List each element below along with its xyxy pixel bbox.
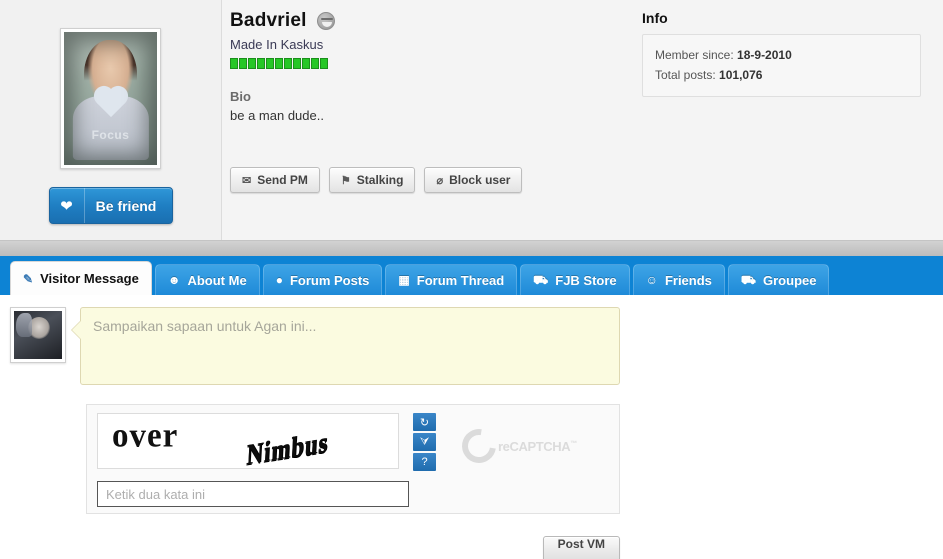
profile-tab-bar: ✎ Visitor Message ☻ About Me ● Forum Pos… [0, 256, 943, 295]
reputation-block [302, 58, 310, 69]
bio-label: Bio [230, 89, 251, 104]
tab-forum-posts-label: Forum Posts [289, 272, 370, 288]
shopping-cart-icon: ⛟ [533, 273, 549, 287]
info-column: Info Member since: 18-9-2010 Total posts… [632, 0, 935, 240]
tab-fjb-store-label: FJB Store [555, 272, 617, 288]
tab-content-panel: over Nimbus ↻ ⮛ ? reCAPTCHA™ [0, 295, 943, 559]
recaptcha-logo: reCAPTCHA™ [455, 422, 577, 470]
tab-fjb-store[interactable]: ⛟ FJB Store [520, 264, 630, 295]
tab-groupee-label: Groupee [763, 272, 817, 288]
reputation-block [320, 58, 328, 69]
bubble-pointer-inner [72, 321, 81, 339]
captcha-panel: over Nimbus ↻ ⮛ ? reCAPTCHA™ [86, 404, 620, 514]
member-since-label: Member since: [655, 48, 734, 62]
heart-icon: ❤ [50, 188, 85, 223]
member-since-row: Member since: 18-9-2010 [655, 45, 908, 65]
post-vm-button[interactable]: Post VM [542, 536, 620, 559]
total-posts-value: 101,076 [719, 68, 763, 83]
profile-page: Focus ❤ Be friend Badvriel Made In Kasku… [0, 0, 943, 559]
audio-captcha-button[interactable]: ⮛ [413, 433, 436, 451]
blocked-eye-icon: ⌀ [436, 174, 444, 187]
message-compose-row [10, 307, 620, 390]
commenter-avatar[interactable] [10, 307, 66, 363]
be-friend-label: Be friend [95, 197, 157, 214]
be-friend-button[interactable]: ❤ Be friend [48, 187, 173, 224]
recaptcha-prefix: re [498, 438, 510, 454]
tab-friends-label: Friends [664, 272, 712, 288]
reputation-block [266, 58, 274, 69]
person-icon: ☻ [167, 273, 181, 287]
bookmark-icon: ⚑ [340, 174, 351, 187]
total-posts-label: Total posts: [655, 68, 716, 83]
help-captcha-button[interactable]: ? [413, 453, 436, 471]
info-title: Info [642, 10, 668, 26]
send-pm-label: Send PM [257, 173, 308, 187]
profile-avatar-image: Focus [64, 32, 157, 165]
calendar-icon: ▦ [398, 273, 410, 287]
visitor-message-input[interactable] [80, 307, 620, 385]
profile-avatar[interactable]: Focus [60, 28, 161, 169]
tab-about-me-label: About Me [187, 272, 247, 288]
tab-forum-thread[interactable]: ▦ Forum Thread [385, 264, 518, 295]
profile-action-buttons: ✉ Send PM ⚑ Stalking ⌀ Block user [230, 167, 632, 193]
note-icon: ✎ [23, 271, 34, 286]
visitor-message-form: over Nimbus ↻ ⮛ ? reCAPTCHA™ [10, 307, 620, 559]
tab-groupee[interactable]: ⛟ Groupee [727, 264, 830, 295]
speech-bubble-icon: ● [275, 273, 283, 287]
reputation-block [239, 58, 247, 69]
stalking-label: Stalking [356, 173, 404, 187]
envelope-icon: ✉ [242, 174, 252, 187]
block-user-label: Block user [449, 173, 511, 187]
person-icon: ☺ [645, 273, 658, 287]
reputation-bar [230, 58, 632, 69]
send-pm-button[interactable]: ✉ Send PM [230, 167, 320, 193]
section-divider [0, 240, 943, 256]
refresh-captcha-button[interactable]: ↻ [413, 413, 436, 431]
reputation-block [293, 58, 301, 69]
tab-visitor-message-label: Visitor Message [40, 271, 139, 286]
tab-friends[interactable]: ☺ Friends [632, 264, 725, 295]
reputation-block [230, 58, 238, 69]
block-user-button[interactable]: ⌀ Block user [424, 167, 523, 193]
bio-text: be a man dude.. [230, 108, 324, 123]
captcha-input[interactable] [97, 481, 409, 507]
reputation-block [284, 58, 292, 69]
stalking-button[interactable]: ⚑ Stalking [328, 167, 416, 193]
reputation-block [311, 58, 319, 69]
trademark-icon: ™ [570, 440, 577, 448]
user-title: Made In Kaskus [230, 37, 324, 52]
captcha-controls: ↻ ⮛ ? [413, 413, 436, 471]
recaptcha-name: CAPTCHA [509, 438, 571, 454]
message-bubble [71, 307, 620, 390]
smiley-icon [316, 12, 335, 30]
recaptcha-logo-text: reCAPTCHA™ [498, 439, 577, 454]
captcha-image: over Nimbus [97, 413, 399, 469]
tab-about-me[interactable]: ☻ About Me [154, 264, 260, 295]
commenter-avatar-image [14, 311, 62, 359]
tab-visitor-message[interactable]: ✎ Visitor Message [10, 261, 152, 295]
bio-column: Badvriel Made In Kaskus Bio be a man dud… [222, 0, 632, 240]
reputation-block [275, 58, 283, 69]
profile-header-area: Focus ❤ Be friend Badvriel Made In Kasku… [0, 0, 943, 240]
total-posts-row: Total posts: 101,076 [655, 65, 908, 85]
avatar-column: Focus ❤ Be friend [0, 0, 222, 240]
tab-forum-posts[interactable]: ● Forum Posts [262, 264, 383, 295]
post-button-row: Post VM [86, 526, 620, 559]
people-icon: ⛟ [740, 273, 757, 287]
reputation-block [257, 58, 265, 69]
username-row: Badvriel [230, 10, 632, 32]
reputation-block [248, 58, 256, 69]
captcha-word-two: Nimbus [245, 425, 330, 469]
recaptcha-circle-icon [455, 422, 503, 470]
username: Badvriel [230, 10, 307, 31]
captcha-word-one: over [112, 417, 179, 455]
info-box: Member since: 18-9-2010 Total posts: 101… [642, 34, 921, 97]
captcha-row: over Nimbus ↻ ⮛ ? reCAPTCHA™ [97, 413, 609, 471]
photo-vignette [64, 32, 157, 165]
member-since-value: 18-9-2010 [737, 48, 792, 62]
tab-forum-thread-label: Forum Thread [416, 272, 505, 288]
